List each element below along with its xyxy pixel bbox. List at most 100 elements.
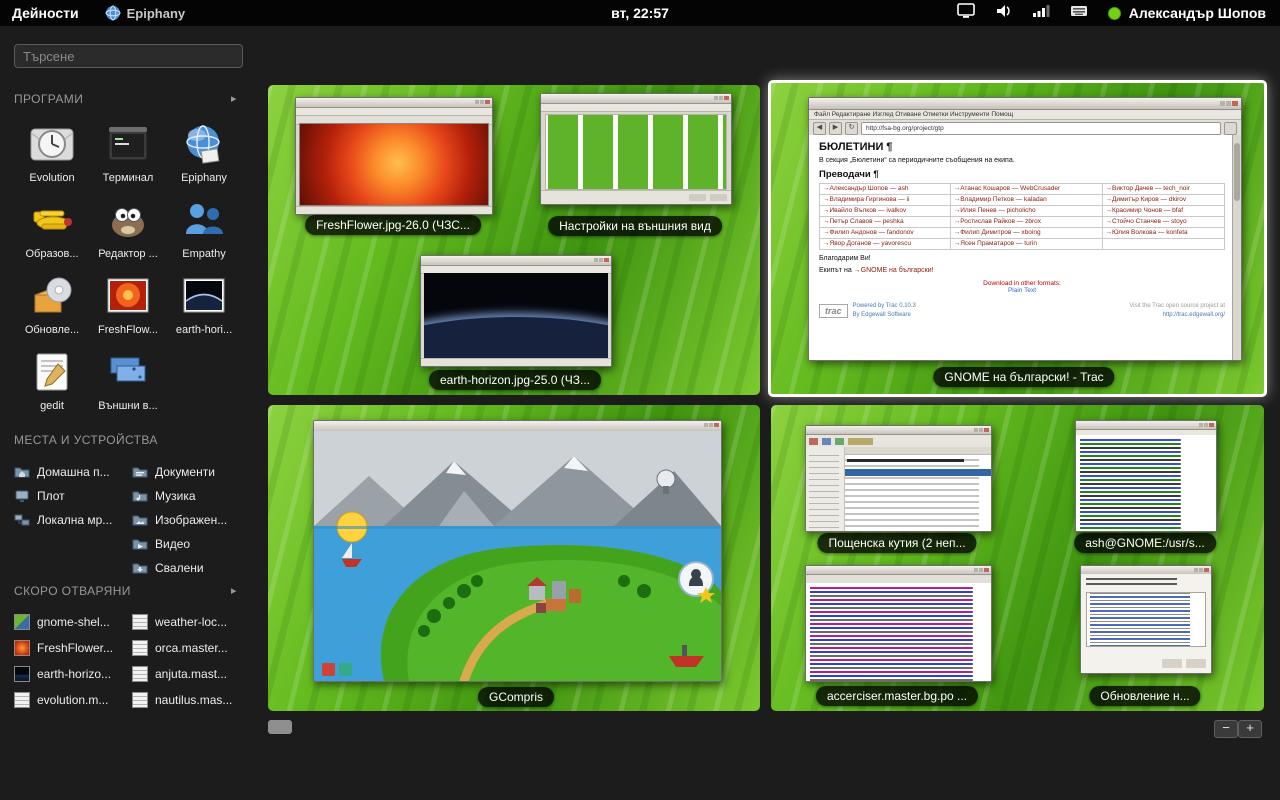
app-software-update[interactable]: Обновле... — [16, 272, 88, 336]
activities-button[interactable]: Дейности — [0, 5, 91, 21]
search-input[interactable] — [14, 44, 243, 68]
window-terminal[interactable] — [1075, 420, 1217, 532]
recent-weather-locations[interactable]: weather-loc... — [132, 612, 248, 632]
earth-thumbnail-icon — [180, 272, 228, 320]
places-header: МЕСТА И УСТРОЙСТВА — [14, 433, 158, 447]
place-pictures[interactable]: Изображен... — [132, 510, 248, 530]
table-row: →Явор Доганов — yavorescu →Ясен Праматар… — [820, 239, 1225, 250]
recent-orca-master[interactable]: orca.master... — [132, 638, 248, 658]
app-external-drives[interactable]: Външни в... — [92, 348, 164, 412]
workspace-2[interactable]: Файл Редактиране Изглед Отиване Отметки … — [768, 80, 1267, 397]
forward-icon[interactable]: ▶ — [829, 122, 842, 135]
place-videos[interactable]: Видео — [132, 534, 248, 554]
workspace-indicator[interactable] — [268, 720, 292, 734]
gimp-icon — [104, 196, 152, 244]
table-row: →Ивайло Вълков — ivalkov →Илия Пенев — p… — [820, 206, 1225, 217]
workspace-3[interactable]: GCompris — [268, 405, 760, 711]
network-signal-icon[interactable] — [1032, 3, 1050, 23]
videos-folder-icon — [132, 536, 148, 552]
display-icon[interactable] — [957, 2, 975, 24]
documents-folder-icon — [132, 464, 148, 480]
window-titlebar — [421, 256, 611, 266]
app-evolution[interactable]: Evolution — [16, 120, 88, 184]
selected-message-row — [845, 469, 991, 476]
window-titlebar — [296, 98, 492, 108]
trac-site-link[interactable]: http://trac.edgewall.org/ — [1163, 312, 1225, 318]
gcompris-plane-icon — [28, 196, 76, 244]
app-gimp[interactable]: Редактор ... — [92, 196, 164, 260]
app-gedit[interactable]: gedit — [16, 348, 88, 412]
recent-gnome-shell[interactable]: gnome-shel... — [14, 612, 130, 632]
recent-anjuta-master[interactable]: anjuta.mast... — [132, 664, 248, 684]
window-epiphany-browser[interactable]: Файл Редактиране Изглед Отиване Отметки … — [808, 97, 1242, 361]
app-earth-horizon[interactable]: earth-hori... — [168, 272, 240, 336]
unread-message-row — [847, 459, 964, 462]
window-software-update[interactable] — [1080, 565, 1212, 674]
scrollbar[interactable] — [1232, 135, 1241, 360]
trac-page: БЮЛЕТИНИ ¶ В секция „Бюлетини“ са период… — [809, 135, 1241, 360]
remove-workspace-button[interactable]: − — [1214, 720, 1238, 738]
pictures-folder-icon — [132, 512, 148, 528]
image-file-icon — [14, 666, 30, 682]
trac-footer: trac Powered by Trac 0.10.3 By Edgewall … — [819, 302, 1225, 320]
back-icon[interactable]: ◀ — [813, 122, 826, 135]
app-terminal[interactable]: Терминал — [92, 120, 164, 184]
window-label: Настройки на външния вид — [548, 216, 722, 236]
flower-image — [299, 123, 489, 206]
reload-icon[interactable]: ↻ — [845, 122, 858, 135]
app-empathy[interactable]: Empathy — [168, 196, 240, 260]
place-local-network[interactable]: Локална мр... — [14, 510, 130, 530]
plain-text-link[interactable]: Plain Text — [819, 287, 1225, 294]
volume-icon[interactable] — [995, 3, 1012, 24]
window-label: earth-horizon.jpg-25.0 (ЧЗ... — [429, 370, 601, 390]
mail-folder-pane — [806, 447, 845, 531]
window-gedit-po[interactable] — [805, 565, 992, 682]
user-menu[interactable]: Александър Шопов — [1108, 5, 1266, 21]
window-evolution-mail[interactable] — [805, 425, 992, 532]
epiphany-app-icon — [180, 120, 228, 168]
window-freshflower[interactable] — [295, 97, 493, 215]
home-folder-icon — [14, 464, 30, 480]
window-label: accerciser.master.bg.po ... — [816, 686, 978, 706]
app-epiphany[interactable]: Epiphany — [168, 120, 240, 184]
evolution-icon — [28, 120, 76, 168]
scrollbar-thumb[interactable] — [1234, 143, 1240, 201]
page-heading: БЮЛЕТИНИ ¶ — [819, 141, 1225, 153]
update-buttons[interactable] — [1162, 659, 1206, 668]
place-music[interactable]: Музика — [132, 486, 248, 506]
add-workspace-button[interactable]: + — [1238, 720, 1262, 738]
recent-nautilus-master[interactable]: nautilus.mas... — [132, 690, 248, 710]
workspace-4[interactable]: Пощенска кутия (2 неп... ash@GNOME:/usr/… — [771, 405, 1264, 711]
go-icon[interactable] — [1224, 122, 1237, 135]
app-menu[interactable]: Epiphany — [105, 5, 186, 21]
empathy-icon — [180, 196, 228, 244]
table-row: →Владимира Гиргинова — ii →Владимир Петк… — [820, 195, 1225, 206]
recent-evolution-file[interactable]: evolution.m... — [14, 690, 130, 710]
recent-freshflower[interactable]: FreshFlower... — [14, 638, 130, 658]
window-appearance-settings[interactable] — [540, 93, 732, 205]
window-titlebar — [1076, 421, 1216, 430]
window-label: GCompris — [478, 687, 554, 707]
app-freshflower[interactable]: FreshFlow... — [92, 272, 164, 336]
window-label: Пощенска кутия (2 неп... — [817, 533, 976, 553]
downloads-folder-icon — [132, 560, 148, 576]
place-desktop[interactable]: Плот — [14, 486, 130, 506]
input-method-icon[interactable] — [1070, 3, 1088, 23]
workspace-1[interactable]: FreshFlower.jpg-26.0 (ЧЗС... Настройки н… — [268, 85, 760, 395]
window-earth-horizon[interactable] — [420, 255, 612, 367]
team-signature: Екипът на →GNOME на български! — [819, 267, 1225, 274]
window-gcompris[interactable] — [313, 420, 722, 682]
app-gcompris[interactable]: Образов... — [16, 196, 88, 260]
recent-expander-icon[interactable]: ▸ — [231, 584, 237, 597]
place-home[interactable]: Домашна п... — [14, 462, 130, 482]
place-downloads[interactable]: Свалени — [132, 558, 248, 578]
recent-earth-horizon[interactable]: earth-horizo... — [14, 664, 130, 684]
gnome-bg-link[interactable]: →GNOME на български! — [854, 267, 934, 274]
place-documents[interactable]: Документи — [132, 462, 248, 482]
window-titlebar — [806, 566, 991, 575]
recent-header: СКОРО ОТВАРЯНИ — [14, 584, 131, 598]
url-bar[interactable]: http://fsa-bg.org/project/gtp — [861, 122, 1221, 135]
clock[interactable]: вт, 22:57 — [611, 5, 669, 21]
programs-expander-icon[interactable]: ▸ — [231, 92, 237, 105]
window-label: Обновление н... — [1089, 686, 1200, 706]
